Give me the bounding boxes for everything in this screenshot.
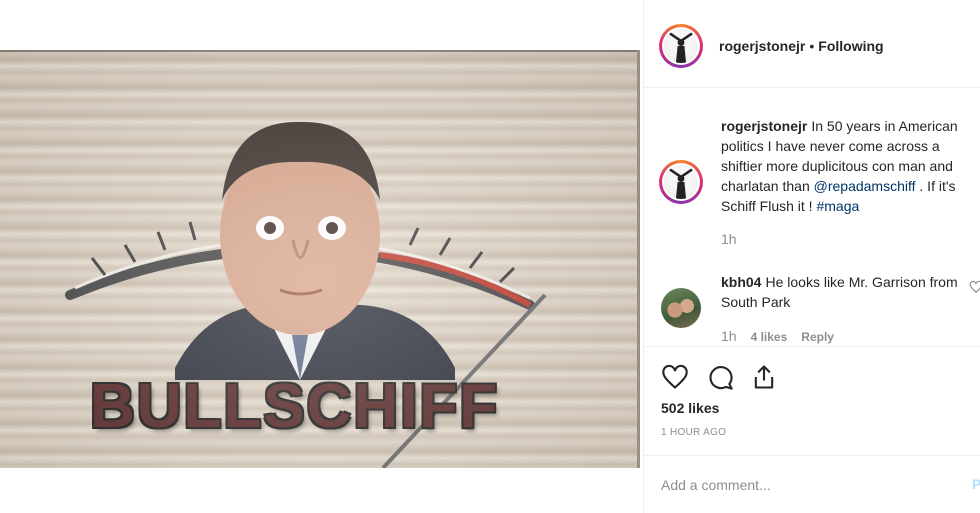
comment-username[interactable]: kbh04: [721, 274, 761, 290]
header-username-row: rogerjstonejr • Following: [719, 38, 884, 54]
meme-headline: BULLSCHIFF: [90, 372, 500, 441]
post-media[interactable]: BULLSCHIFF: [0, 0, 643, 513]
comment-like-heart-icon[interactable]: [969, 280, 980, 294]
reply-button[interactable]: Reply: [801, 330, 834, 344]
profile-avatar[interactable]: [659, 24, 703, 68]
comment-avatar[interactable]: [661, 288, 701, 328]
caption-avatar[interactable]: [659, 160, 703, 204]
comment-input[interactable]: [661, 474, 941, 496]
caption-time[interactable]: 1h: [721, 231, 737, 247]
post-comment-button[interactable]: Post: [972, 476, 980, 492]
post-image[interactable]: BULLSCHIFF: [0, 50, 640, 468]
header-separator: •: [809, 38, 815, 54]
comment: kbh04 He looks like Mr. Garrison from Sou…: [721, 272, 961, 312]
post-caption: rogerjstonejr In 50 years in American pol…: [721, 116, 980, 216]
likes-count[interactable]: 502 likes: [661, 400, 719, 416]
heart-icon[interactable]: [661, 363, 689, 391]
mention-link[interactable]: @repadamschiff: [814, 178, 916, 194]
action-bar: 502 likes 1 HOUR AGO: [644, 346, 980, 456]
post-sidebar: rogerjstonejr • Following rogerjstonejr In …: [643, 0, 980, 513]
post-header: rogerjstonejr • Following: [644, 0, 980, 88]
following-button[interactable]: Following: [818, 38, 883, 54]
caption-username[interactable]: rogerjstonejr: [721, 118, 807, 134]
comment-likes[interactable]: 4 likes: [751, 330, 788, 344]
post-timestamp[interactable]: 1 HOUR AGO: [661, 427, 726, 438]
profile-photo-icon: [669, 32, 693, 63]
add-comment-bar: Post: [644, 455, 980, 513]
share-icon[interactable]: [750, 363, 778, 391]
comment-icon[interactable]: [706, 363, 734, 391]
comment-meta: 1h 4 likes Reply: [721, 328, 848, 344]
profile-photo-icon: [669, 168, 693, 199]
comment-time[interactable]: 1h: [721, 328, 737, 344]
hashtag-link[interactable]: #maga: [816, 198, 859, 214]
header-username[interactable]: rogerjstonejr: [719, 38, 805, 54]
